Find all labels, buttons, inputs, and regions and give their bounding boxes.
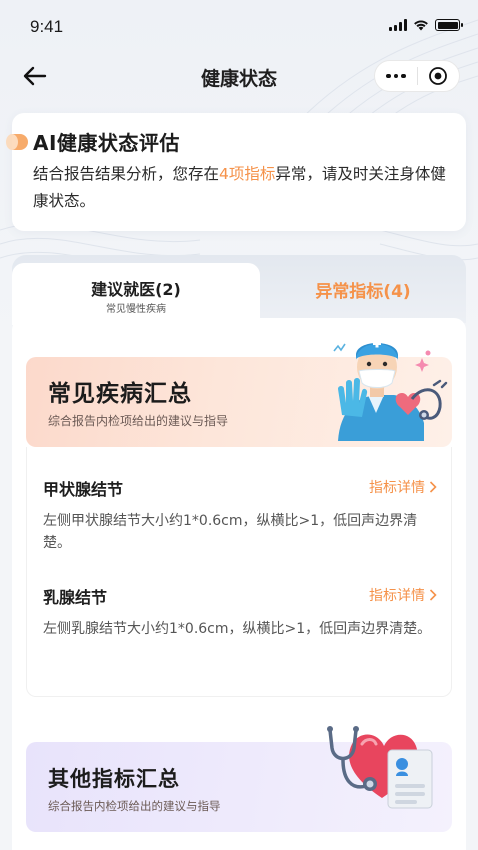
section-title: 常见疾病汇总 [48, 381, 192, 407]
item-description: 左侧甲状腺结节大小约1*0.6cm，纵横比>1，低回声边界清楚。 [43, 513, 418, 551]
nav-bar: 健康状态 [0, 52, 478, 100]
desc-text: 结合报告结果分析，您存在 [33, 165, 220, 183]
section-title: 其他指标汇总 [48, 767, 180, 791]
status-bar: 9:41 [0, 0, 478, 52]
close-button[interactable] [418, 60, 459, 92]
status-icons [389, 18, 463, 32]
doctor-illustration-icon [333, 339, 448, 441]
section-subtitle: 综合报告内检项给出的建议与指导 [48, 799, 221, 813]
chevron-right-icon [429, 481, 437, 493]
status-time: 9:41 [30, 17, 64, 36]
ai-assessment-card: AI健康状态评估 结合报告结果分析，您存在4项指标异常，请及时关注身体健康状态。 [6, 113, 466, 231]
item-description: 左侧乳腺结节大小约1*0.6cm，纵横比>1，低回声边界清楚。 [43, 621, 432, 637]
desc-highlight: 4项指标 [219, 165, 276, 183]
tab-suggest-doctor[interactable]: 建议就医(2) 常见慢性疾病 [12, 263, 260, 325]
content-panel: 常见疾病汇总 综合报告内检项给出的建议与指导 甲状腺结节 指标详情 左侧甲状腺结… [12, 318, 466, 850]
section-common-diseases-header: 常见疾病汇总 综合报告内检项给出的建议与指导 [26, 339, 452, 447]
tab-suggest-doctor-label: 建议就医(2) [91, 280, 181, 299]
tab-abnormal-indicators-label: 异常指标(4) [315, 282, 411, 302]
tab-bar: 建议就医(2) 常见慢性疾病 异常指标(4) [12, 255, 466, 325]
more-dots-icon[interactable] [375, 60, 417, 92]
tab-suggest-doctor-sublabel: 常见慢性疾病 [106, 304, 166, 315]
section-other-indicators-header: 其他指标汇总 综合报告内检项给出的建议与指导 [26, 726, 452, 832]
item-name: 甲状腺结节 [43, 480, 124, 499]
section-common-diseases-list: 甲状腺结节 指标详情 左侧甲状腺结节大小约1*0.6cm，纵横比>1，低回声边界… [26, 447, 452, 697]
indicator-detail-link[interactable]: 指标详情 [369, 477, 437, 497]
ai-card-title: AI健康状态评估 [33, 131, 180, 155]
tab-abnormal-indicators[interactable]: 异常指标(4) [260, 255, 466, 323]
section-subtitle: 综合报告内检项给出的建议与指导 [48, 414, 229, 428]
indicator-detail-label: 指标详情 [369, 588, 425, 604]
signal-icon [389, 19, 407, 31]
indicator-detail-label: 指标详情 [369, 480, 425, 496]
mini-program-capsule [374, 60, 460, 92]
ai-card-description: 结合报告结果分析，您存在4项指标异常，请及时关注身体健康状态。 [33, 161, 453, 215]
close-target-icon [429, 67, 448, 85]
chevron-right-icon [429, 589, 437, 601]
item-name: 乳腺结节 [43, 588, 108, 607]
indicator-detail-link[interactable]: 指标详情 [369, 585, 437, 605]
heart-stethoscope-illustration-icon [327, 726, 433, 809]
wifi-icon [414, 20, 428, 31]
battery-icon [435, 19, 463, 31]
title-marker [6, 134, 28, 150]
